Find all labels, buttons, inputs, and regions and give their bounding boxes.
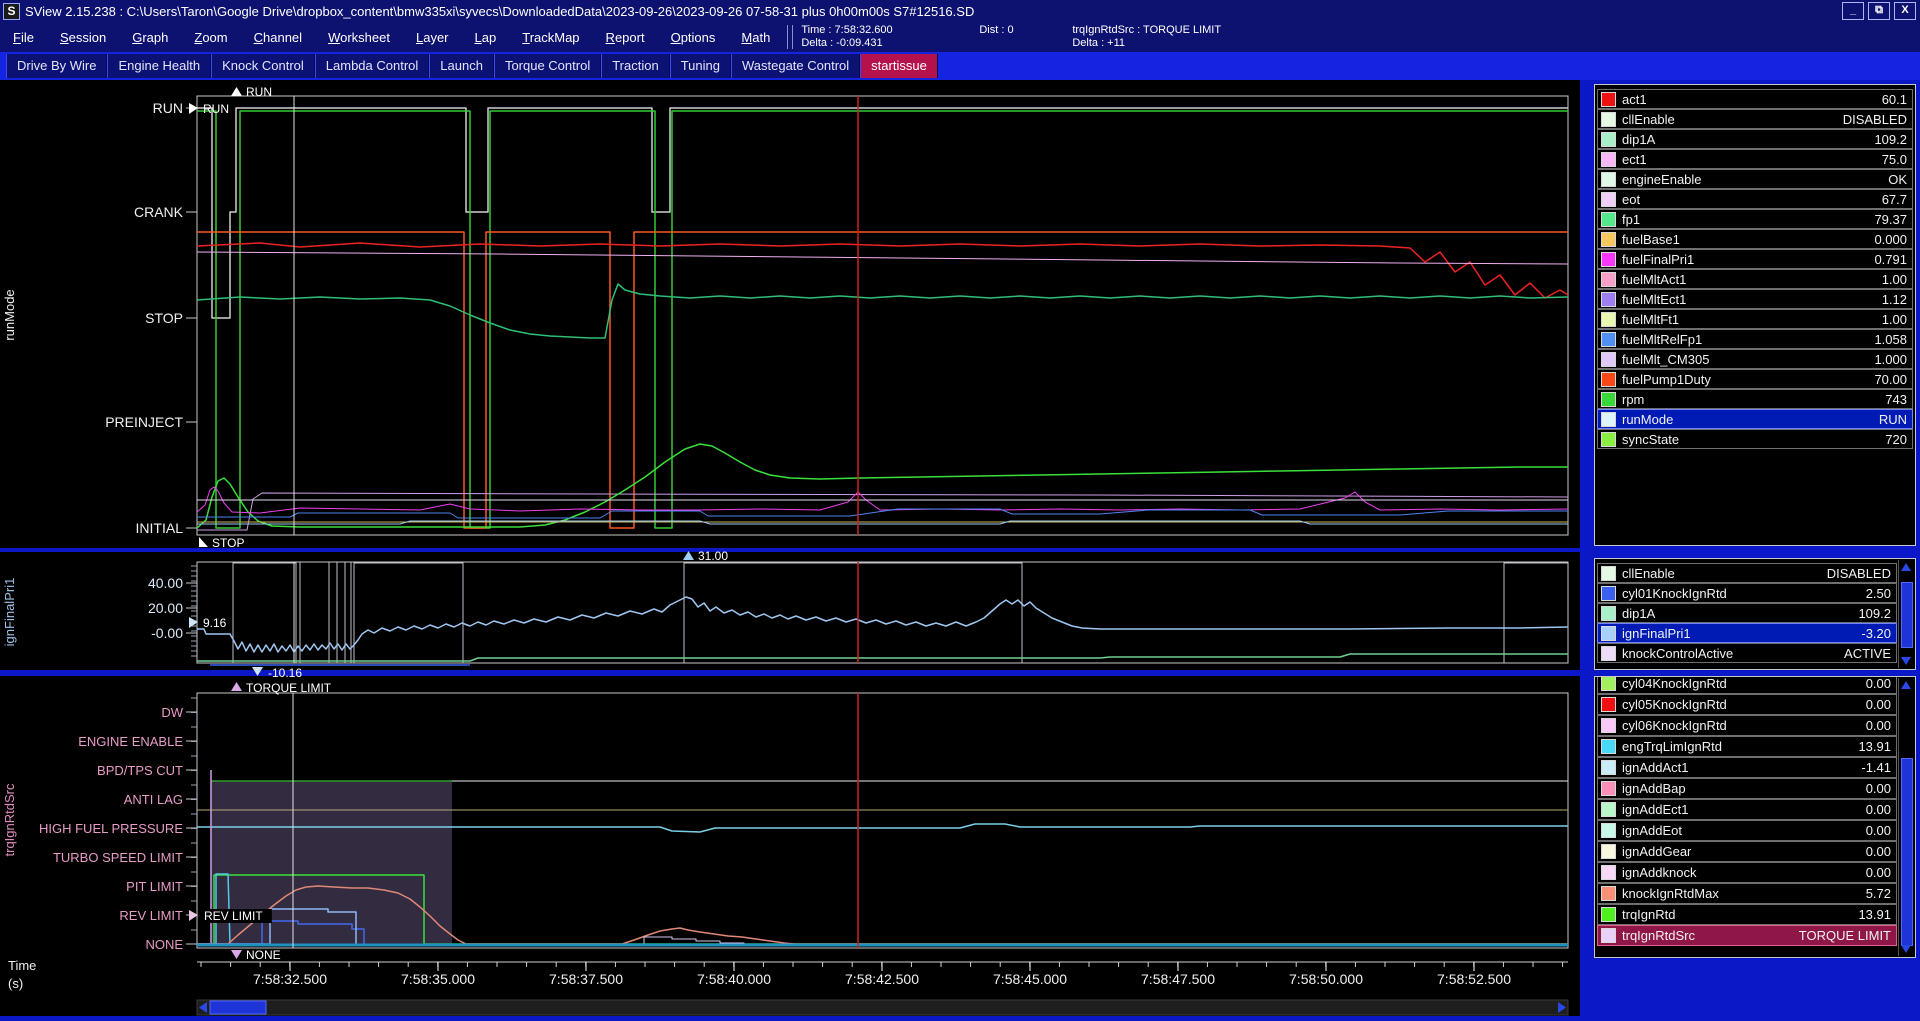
y-axis-name: runMode bbox=[2, 289, 17, 340]
up-marker-icon bbox=[231, 87, 242, 96]
y-axis-label: HIGH FUEL PRESSURE bbox=[39, 821, 183, 836]
y-axis-label: STOP bbox=[145, 310, 183, 326]
marker-label: 31.00 bbox=[698, 549, 728, 563]
plot-border bbox=[197, 562, 1568, 663]
time-tick-label: 7:58:50.000 bbox=[1289, 971, 1363, 987]
trace-ignFinalPri1 bbox=[197, 597, 1568, 652]
y-axis-label: ENGINE ENABLE bbox=[78, 734, 183, 749]
y-axis-label: CRANK bbox=[134, 204, 184, 220]
trace-act1 bbox=[197, 243, 1568, 298]
flag-marker-icon bbox=[199, 537, 208, 547]
marker-label: STOP bbox=[212, 536, 244, 550]
time-tick-label: 7:58:40.000 bbox=[697, 971, 771, 987]
trace-ect1 bbox=[197, 252, 1568, 264]
up-marker-icon bbox=[231, 682, 242, 691]
time-tick-label: 7:58:45.000 bbox=[993, 971, 1067, 987]
time-tick-label: 7:58:37.500 bbox=[549, 971, 623, 987]
y-axis-label: TURBO SPEED LIMIT bbox=[53, 850, 183, 865]
time-tick-label: 7:58:35.000 bbox=[401, 971, 475, 987]
y-axis-name: trqIgnRtdSrc bbox=[2, 783, 17, 856]
y-axis-label: INITIAL bbox=[136, 520, 184, 536]
marker-label: RUN bbox=[203, 102, 229, 116]
y-axis-label: PIT LIMIT bbox=[126, 879, 183, 894]
trace-lavender-step bbox=[644, 937, 744, 944]
y-axis-label: PREINJECT bbox=[105, 414, 183, 430]
up-marker-icon bbox=[683, 551, 694, 560]
marker-label: NONE bbox=[246, 948, 281, 962]
app-window: S SView 2.15.238 : C:\Users\Taron\Google… bbox=[0, 0, 1920, 1021]
time-tick-label: 7:58:42.500 bbox=[845, 971, 919, 987]
marker-label: 9.16 bbox=[203, 616, 227, 630]
marker-label: -10.16 bbox=[268, 666, 302, 680]
trace-dip1A bbox=[197, 654, 1568, 661]
time-tick-label: 7:58:52.500 bbox=[1437, 971, 1511, 987]
y-axis-name: ignFinalPri1 bbox=[2, 578, 17, 647]
y-axis-label: REV LIMIT bbox=[119, 908, 183, 923]
trace-fp1 bbox=[197, 284, 1568, 338]
marker-label: RUN bbox=[246, 85, 272, 99]
y-axis-label: NONE bbox=[145, 937, 183, 952]
trace-fuelPump1Duty bbox=[197, 232, 1568, 528]
marker-label: REV LIMIT bbox=[204, 909, 263, 923]
time-scrollbar-thumb[interactable] bbox=[210, 1001, 266, 1014]
down-marker-icon bbox=[252, 667, 263, 676]
y-axis-label: -0.00 bbox=[151, 625, 183, 641]
trace-runMode bbox=[197, 108, 1568, 318]
down-marker-icon bbox=[231, 950, 242, 959]
time-scrollbar-track[interactable] bbox=[197, 1000, 1568, 1015]
y-axis-label: 20.00 bbox=[148, 600, 183, 616]
y-axis-label: RUN bbox=[153, 100, 183, 116]
y-axis-label: BPD/TPS CUT bbox=[97, 763, 183, 778]
time-tick-label: 7:58:32.500 bbox=[253, 971, 327, 987]
trace-syncState bbox=[197, 111, 1568, 528]
y-axis-label: ANTI LAG bbox=[124, 792, 183, 807]
marker-label: TORQUE LIMIT bbox=[246, 681, 332, 695]
time-tick-label: 7:58:47.500 bbox=[1141, 971, 1215, 987]
y-axis-label: DW bbox=[161, 705, 183, 720]
y-axis-label: 40.00 bbox=[148, 575, 183, 591]
charts-svg: RUN CRANK STOP PREINJECT INITIAL runMode RUN RU… bbox=[0, 0, 1920, 1021]
